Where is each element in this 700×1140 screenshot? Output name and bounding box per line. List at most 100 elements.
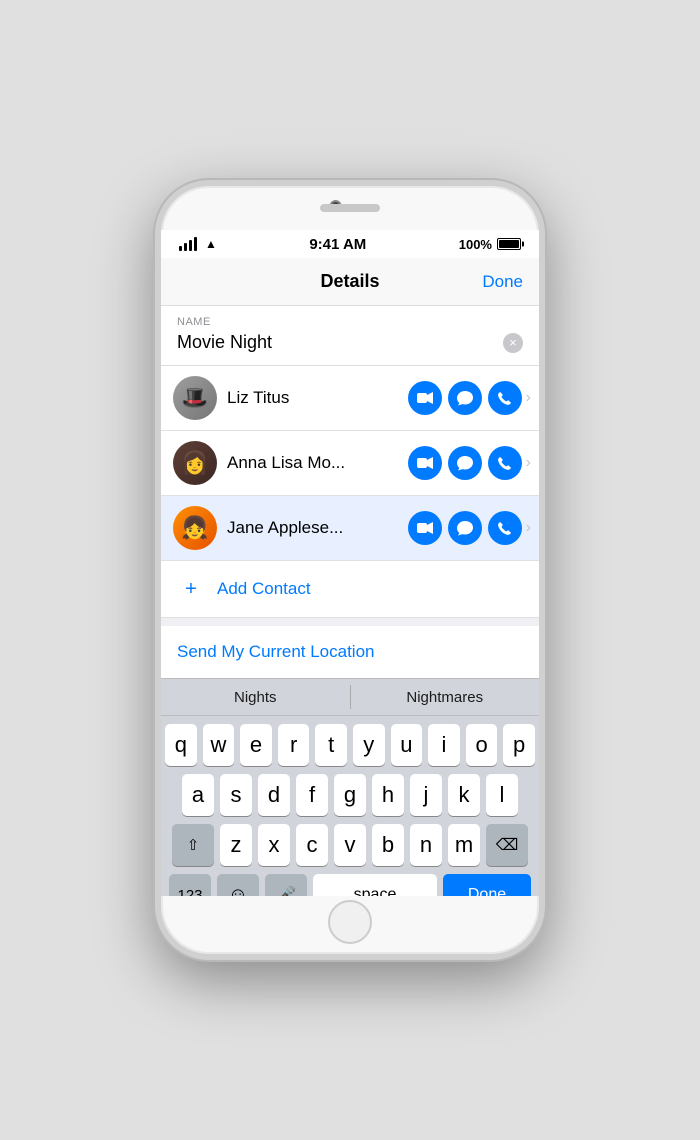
signal-bar-3 <box>189 240 192 251</box>
chevron-right-anna: › <box>526 454 531 472</box>
avatar-liz: 🎩 <box>173 376 217 420</box>
contact-name-jane: Jane Applese... <box>227 518 408 538</box>
key-t[interactable]: t <box>315 724 347 766</box>
key-b[interactable]: b <box>372 824 404 866</box>
keyboard-row-2: a s d f g h j k l <box>165 774 535 816</box>
name-label: NAME <box>177 316 523 328</box>
name-input-row: Movie Night × <box>177 332 523 353</box>
keyboard-row-3: ⇧ z x c v b n m ⌫ <box>165 824 535 866</box>
wifi-icon: ▲ <box>205 237 217 251</box>
battery-icon <box>497 238 521 250</box>
key-p[interactable]: p <box>503 724 535 766</box>
home-button[interactable] <box>328 900 372 944</box>
nav-title: Details <box>320 271 379 292</box>
key-a[interactable]: a <box>182 774 214 816</box>
contact-actions-liz <box>408 381 522 415</box>
key-c[interactable]: c <box>296 824 328 866</box>
mic-key[interactable]: 🎤 <box>265 874 307 896</box>
numbers-key[interactable]: 123 <box>169 874 211 896</box>
message-button-liz[interactable] <box>448 381 482 415</box>
key-l[interactable]: l <box>486 774 518 816</box>
status-time: 9:41 AM <box>309 236 366 253</box>
phone-frame: ▲ 9:41 AM 100% Details Done NAME <box>155 180 545 960</box>
contact-row[interactable]: 🎩 Liz Titus <box>161 366 539 431</box>
contacts-section: 🎩 Liz Titus <box>161 366 539 618</box>
status-right: 100% <box>459 237 521 252</box>
autocomplete-item-1[interactable]: Nightmares <box>351 679 540 715</box>
emoji-key[interactable]: ☺ <box>217 874 259 896</box>
contact-row[interactable]: 👧 Jane Applese... <box>161 496 539 561</box>
send-location-label: Send My Current Location <box>177 642 375 661</box>
speaker <box>320 204 380 212</box>
avatar-jane: 👧 <box>173 506 217 550</box>
key-z[interactable]: z <box>220 824 252 866</box>
delete-key[interactable]: ⌫ <box>486 824 528 866</box>
key-s[interactable]: s <box>220 774 252 816</box>
screen: ▲ 9:41 AM 100% Details Done NAME <box>161 230 539 896</box>
volume-up-button <box>155 361 159 416</box>
key-x[interactable]: x <box>258 824 290 866</box>
mute-button <box>155 316 159 346</box>
keyboard-row-1: q w e r t y u i o p <box>165 724 535 766</box>
add-contact-icon: + <box>177 575 205 603</box>
chevron-right-jane: › <box>526 519 531 537</box>
video-call-button-liz[interactable] <box>408 381 442 415</box>
nav-done-button[interactable]: Done <box>482 272 523 292</box>
contact-actions-anna <box>408 446 522 480</box>
status-bar: ▲ 9:41 AM 100% <box>161 230 539 258</box>
contact-row[interactable]: 👩 Anna Lisa Mo... <box>161 431 539 496</box>
status-left: ▲ <box>179 237 217 251</box>
key-u[interactable]: u <box>391 724 423 766</box>
key-f[interactable]: f <box>296 774 328 816</box>
phone-button-liz[interactable] <box>488 381 522 415</box>
content-area: NAME Movie Night × 🎩 Liz Titus <box>161 306 539 896</box>
key-y[interactable]: y <box>353 724 385 766</box>
contact-actions-jane <box>408 511 522 545</box>
video-call-button-jane[interactable] <box>408 511 442 545</box>
battery-percentage: 100% <box>459 237 492 252</box>
chevron-right-liz: › <box>526 389 531 407</box>
key-o[interactable]: o <box>466 724 498 766</box>
contact-name-anna: Anna Lisa Mo... <box>227 453 408 473</box>
power-button <box>541 346 545 406</box>
name-section: NAME Movie Night × <box>161 306 539 366</box>
clear-button[interactable]: × <box>503 333 523 353</box>
volume-down-button <box>155 426 159 481</box>
key-j[interactable]: j <box>410 774 442 816</box>
send-location-section[interactable]: Send My Current Location <box>161 626 539 678</box>
add-contact-row[interactable]: + Add Contact <box>161 561 539 618</box>
signal-bar-1 <box>179 246 182 251</box>
contact-name-liz: Liz Titus <box>227 388 408 408</box>
space-key[interactable]: space <box>313 874 437 896</box>
key-d[interactable]: d <box>258 774 290 816</box>
done-key[interactable]: Done <box>443 874 531 896</box>
key-i[interactable]: i <box>428 724 460 766</box>
keyboard-row-4: 123 ☺ 🎤 space Done <box>165 874 535 896</box>
signal-bars <box>179 237 197 251</box>
autocomplete-item-0[interactable]: Nights <box>161 679 350 715</box>
autocomplete-bar: Nights Nightmares <box>161 678 539 716</box>
nav-bar: Details Done <box>161 258 539 306</box>
video-call-button-anna[interactable] <box>408 446 442 480</box>
name-input[interactable]: Movie Night <box>177 332 272 353</box>
key-r[interactable]: r <box>278 724 310 766</box>
shift-key[interactable]: ⇧ <box>172 824 214 866</box>
message-button-jane[interactable] <box>448 511 482 545</box>
message-button-anna[interactable] <box>448 446 482 480</box>
avatar-anna: 👩 <box>173 441 217 485</box>
signal-bar-4 <box>194 237 197 251</box>
key-v[interactable]: v <box>334 824 366 866</box>
add-contact-label: Add Contact <box>217 579 311 599</box>
signal-bar-2 <box>184 243 187 251</box>
key-m[interactable]: m <box>448 824 480 866</box>
key-q[interactable]: q <box>165 724 197 766</box>
key-k[interactable]: k <box>448 774 480 816</box>
phone-button-jane[interactable] <box>488 511 522 545</box>
key-h[interactable]: h <box>372 774 404 816</box>
phone-button-anna[interactable] <box>488 446 522 480</box>
keyboard: q w e r t y u i o p a s d f g <box>161 716 539 896</box>
key-g[interactable]: g <box>334 774 366 816</box>
key-n[interactable]: n <box>410 824 442 866</box>
key-w[interactable]: w <box>203 724 235 766</box>
key-e[interactable]: e <box>240 724 272 766</box>
